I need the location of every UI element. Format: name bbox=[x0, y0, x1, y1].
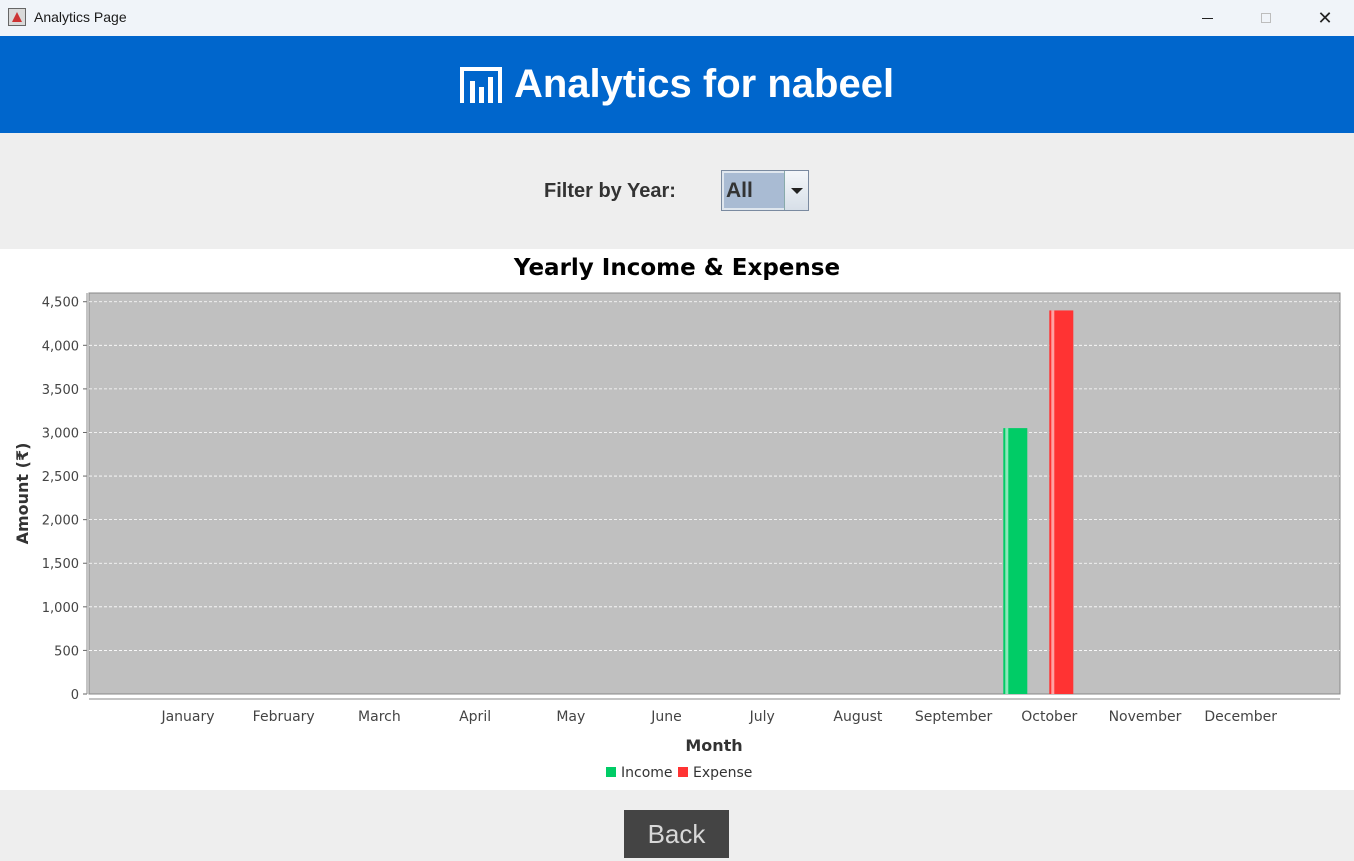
x-tick-label: July bbox=[749, 709, 775, 725]
maximize-icon bbox=[1261, 13, 1271, 23]
app-icon bbox=[8, 8, 26, 26]
filter-bar bbox=[0, 133, 1354, 249]
x-tick-label: August bbox=[833, 709, 883, 725]
y-tick-label: 2,000 bbox=[42, 514, 79, 529]
x-axis-label: Month bbox=[685, 736, 742, 755]
x-tick-label: May bbox=[556, 709, 585, 725]
x-tick-label: November bbox=[1109, 709, 1182, 725]
x-tick-label: March bbox=[358, 709, 401, 725]
income-expense-chart: Yearly Income & Expense 0 500 1,000 1,500 2,0… bbox=[13, 255, 1341, 781]
legend-label-income: Income bbox=[621, 765, 673, 781]
y-tick-label: 4,000 bbox=[42, 339, 79, 354]
x-tick-label: June bbox=[650, 709, 682, 725]
chevron-down-icon bbox=[790, 187, 803, 194]
x-tick-label: January bbox=[160, 709, 214, 725]
y-tick-label: 1,000 bbox=[42, 601, 79, 616]
window-title: Analytics Page bbox=[34, 9, 127, 25]
y-tick-label: 500 bbox=[54, 644, 79, 659]
page-header: Analytics for nabeel bbox=[0, 36, 1354, 133]
close-icon: ✕ bbox=[1317, 7, 1333, 29]
back-button[interactable]: Back bbox=[624, 810, 729, 858]
close-button[interactable]: ✕ bbox=[1296, 0, 1354, 36]
page-title: Analytics for nabeel bbox=[513, 62, 895, 106]
legend-label-expense: Expense bbox=[693, 765, 752, 781]
chart-panel: Yearly Income & Expense 0 500 1,000 1,500 2,0… bbox=[0, 249, 1354, 790]
y-tick-label: 1,500 bbox=[42, 557, 79, 572]
y-axis-label: Amount (₹) bbox=[13, 443, 32, 545]
minimize-icon bbox=[1201, 17, 1213, 19]
y-tick-label: 2,500 bbox=[42, 470, 79, 485]
x-tick-label: October bbox=[1021, 709, 1077, 725]
year-select-arrow[interactable] bbox=[784, 171, 808, 210]
year-select-value: All bbox=[724, 173, 784, 208]
filter-year-label: Filter by Year: bbox=[544, 180, 676, 202]
minimize-button[interactable] bbox=[1178, 0, 1236, 36]
plot-area bbox=[88, 292, 1341, 695]
x-tick-label: December bbox=[1204, 709, 1277, 725]
year-select[interactable]: All bbox=[721, 170, 809, 211]
legend-swatch-expense bbox=[678, 767, 688, 777]
x-tick-label: April bbox=[459, 709, 491, 725]
chart-title: Yearly Income & Expense bbox=[513, 255, 840, 281]
y-tick-label: 3,000 bbox=[42, 426, 79, 441]
bar-highlight bbox=[1005, 428, 1009, 694]
x-tick-label: February bbox=[253, 709, 315, 725]
x-tick-label: September bbox=[915, 709, 993, 725]
bar-highlight bbox=[1051, 310, 1055, 694]
maximize-button[interactable] bbox=[1237, 0, 1295, 36]
y-tick-label: 4,500 bbox=[42, 296, 79, 311]
y-tick-label: 3,500 bbox=[42, 383, 79, 398]
bar-chart-icon bbox=[459, 66, 502, 103]
y-tick-label: 0 bbox=[71, 688, 79, 703]
window-titlebar: Analytics Page ✕ bbox=[0, 0, 1354, 36]
legend-swatch-income bbox=[606, 767, 616, 777]
